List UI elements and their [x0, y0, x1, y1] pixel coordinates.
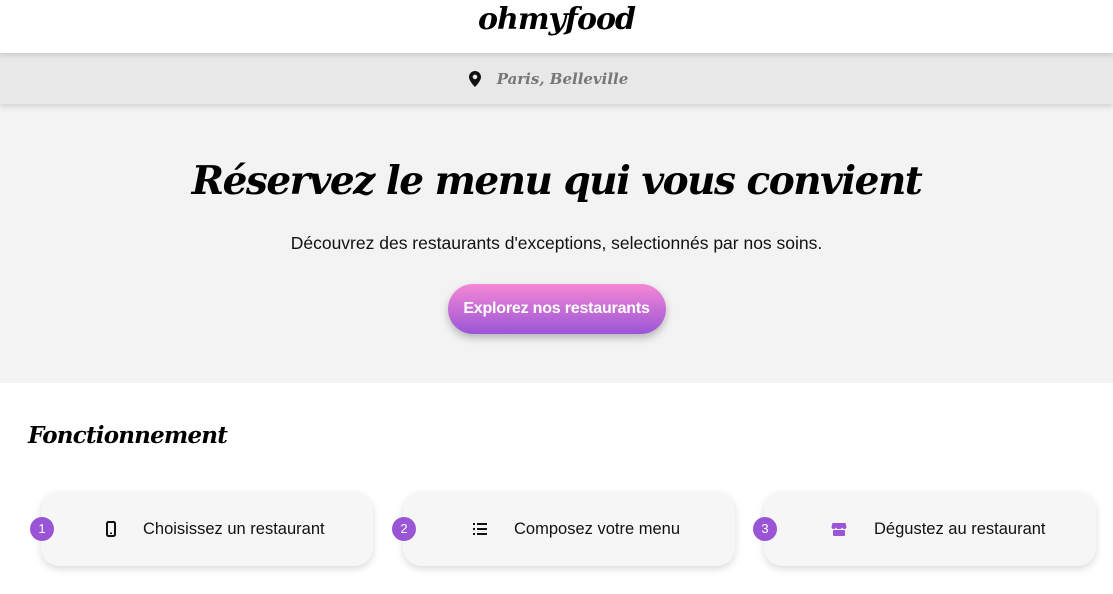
site-header: ohmyfood [0, 0, 1113, 53]
step-card-compose: 2 Composez votre menu [392, 492, 735, 566]
location-text: Paris, Belleville [496, 69, 629, 88]
hero-section: Réservez le menu qui vous convient Décou… [0, 104, 1113, 383]
steps-list: 1 Choisissez un restaurant 2 Composez vo… [0, 492, 1113, 572]
step-card-choose: 1 Choisissez un restaurant [30, 492, 373, 566]
mobile-phone-icon [106, 521, 116, 537]
step-number-badge: 2 [392, 517, 416, 541]
section-title: Fonctionnement [28, 422, 228, 449]
location-bar: Paris, Belleville [0, 53, 1113, 104]
list-icon [473, 523, 487, 535]
step-label: Composez votre menu [514, 520, 680, 538]
how-it-works-section: Fonctionnement [0, 421, 1113, 451]
step-label: Dégustez au restaurant [874, 520, 1046, 538]
step-label: Choisissez un restaurant [143, 520, 325, 538]
step-card-taste: 3 Dégustez au restaurant [753, 492, 1096, 566]
map-pin-icon [468, 70, 481, 87]
hero-title: Réservez le menu qui vous convient [191, 158, 923, 204]
step-number-badge: 1 [30, 517, 54, 541]
store-icon [831, 523, 847, 536]
hero-subtitle: Découvrez des restaurants d'exceptions, … [290, 233, 823, 253]
step-number-badge: 3 [753, 517, 777, 541]
explore-restaurants-button[interactable]: Explorez nos restaurants [447, 284, 666, 334]
logo[interactable]: ohmyfood [478, 2, 636, 37]
